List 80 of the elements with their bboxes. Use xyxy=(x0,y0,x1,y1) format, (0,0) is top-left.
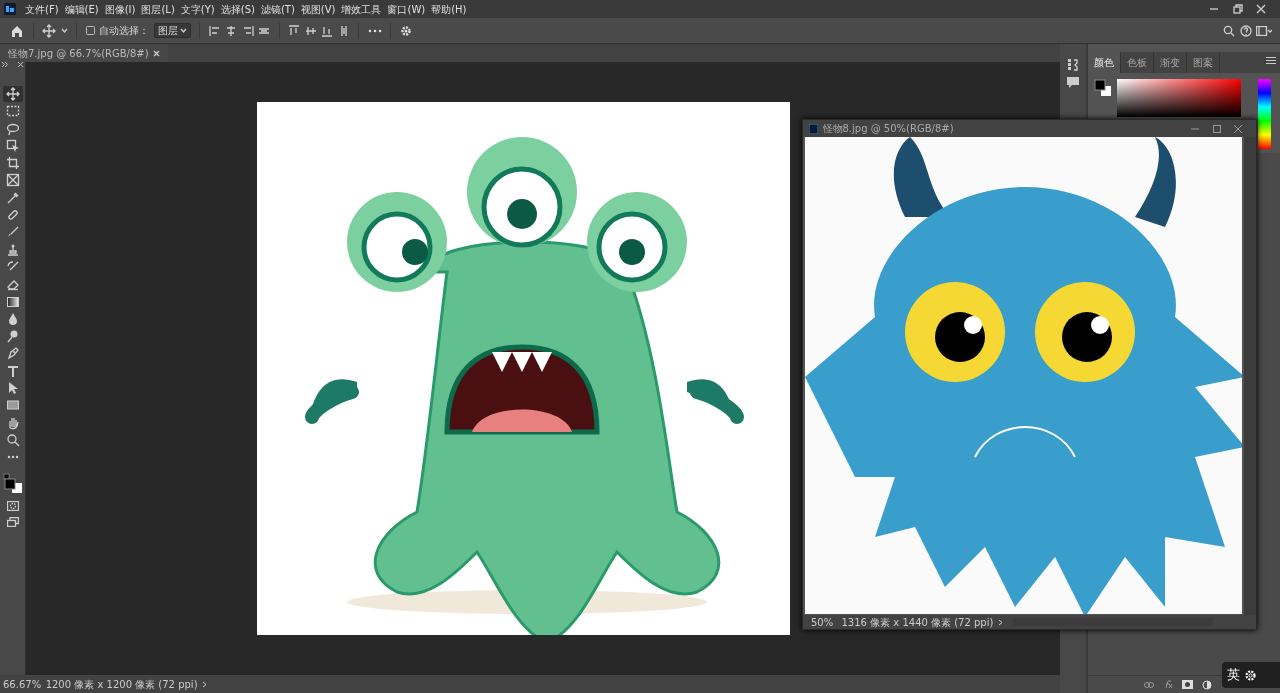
menu-icon[interactable] xyxy=(1266,57,1276,64)
zoom-icon xyxy=(5,432,20,447)
collapse-icon[interactable] xyxy=(2,62,9,67)
menu-item[interactable]: 滤镜(T) xyxy=(257,1,298,17)
rectangle-icon xyxy=(5,398,20,413)
app-logo-icon[interactable] xyxy=(809,123,818,134)
menu-item[interactable]: 帮助(H) xyxy=(428,1,470,17)
align-icon[interactable] xyxy=(321,24,334,37)
chevron-icon[interactable] xyxy=(997,618,1003,626)
mask-icon[interactable] xyxy=(1182,680,1193,689)
move-tool[interactable] xyxy=(2,86,23,102)
lasso-icon xyxy=(5,121,20,136)
hue-spectrum xyxy=(1258,79,1271,149)
home-icon[interactable] xyxy=(10,23,24,38)
zoom-level[interactable]: 66.67% xyxy=(3,676,42,692)
menu-item[interactable]: 视图(V) xyxy=(297,1,339,17)
maximize-icon[interactable] xyxy=(1212,124,1221,133)
color-swatches-icon[interactable] xyxy=(2,472,23,495)
pen-icon xyxy=(5,346,20,361)
align-icon[interactable] xyxy=(288,24,301,37)
document-tab[interactable]: 怪物7.jpg @ 66.7%(RGB/8#) xyxy=(0,44,169,62)
align-icon[interactable] xyxy=(208,24,221,37)
eyedropper-icon xyxy=(5,190,20,205)
dodge-icon xyxy=(5,329,20,344)
caret-icon[interactable] xyxy=(60,27,68,34)
comment-icon[interactable] xyxy=(1067,76,1079,88)
menu-item[interactable]: 增效工具 xyxy=(338,1,385,17)
align-icon[interactable] xyxy=(304,24,317,37)
help-icon[interactable] xyxy=(1239,24,1252,37)
settings-icon[interactable] xyxy=(1244,668,1257,682)
menu-item[interactable]: 窗口(W) xyxy=(384,1,429,17)
checkbox-label: 自动选择： xyxy=(99,24,149,38)
target-dropdown[interactable]: 图层 xyxy=(153,23,191,38)
document-info: 1316 像素 x 1440 像素 (72 ppi) xyxy=(841,615,994,630)
close-icon[interactable] xyxy=(153,49,161,57)
stamp-icon xyxy=(5,242,20,257)
menu-item[interactable]: 文字(Y) xyxy=(177,1,218,17)
settings-icon[interactable] xyxy=(399,24,412,37)
menu-item[interactable]: 图像(I) xyxy=(101,1,139,17)
app-logo-icon[interactable] xyxy=(4,3,16,15)
close-icon[interactable] xyxy=(1234,124,1242,133)
chevron-icon[interactable] xyxy=(202,680,208,688)
menu-item[interactable]: 编辑(E) xyxy=(61,1,102,17)
color-field[interactable] xyxy=(1116,79,1241,117)
frame-icon xyxy=(5,173,20,188)
restore-icon[interactable] xyxy=(1232,4,1243,14)
gradient-icon xyxy=(5,294,20,309)
type-icon xyxy=(5,363,20,378)
menu-item[interactable]: 选择(S) xyxy=(217,1,258,17)
object-select-icon xyxy=(5,138,20,153)
marquee-icon xyxy=(5,104,20,119)
vertical-scrollbar[interactable] xyxy=(1244,137,1256,615)
adjustment-icon[interactable] xyxy=(1202,679,1212,690)
caret-icon xyxy=(179,27,187,34)
zoom-level[interactable]: 50% xyxy=(811,614,837,630)
window-title: 怪物8.jpg @ 50%(RGB/8#) xyxy=(822,122,954,136)
quick-mask-icon[interactable] xyxy=(6,500,19,511)
bandage-icon xyxy=(5,208,20,223)
menu-item[interactable]: 图层(L) xyxy=(138,1,178,17)
align-icon[interactable] xyxy=(241,24,254,37)
close-icon[interactable] xyxy=(1256,4,1266,14)
link-icon[interactable] xyxy=(1144,681,1154,688)
fx-icon[interactable] xyxy=(1163,680,1173,689)
color-swatches-icon[interactable] xyxy=(1094,79,1112,97)
move-icon xyxy=(5,87,20,101)
crop-icon xyxy=(5,156,20,171)
align-icon[interactable] xyxy=(225,24,238,37)
more-icon[interactable] xyxy=(367,28,382,33)
checkbox-icon[interactable] xyxy=(85,26,95,35)
screen-mode-icon[interactable] xyxy=(6,516,19,527)
workspace-icon[interactable] xyxy=(1256,25,1272,36)
search-icon[interactable] xyxy=(1223,24,1235,37)
brush-icon xyxy=(5,225,20,240)
history-icon[interactable] xyxy=(1067,58,1079,72)
ime-mode[interactable]: 英 xyxy=(1226,665,1240,685)
move-icon[interactable] xyxy=(42,23,56,38)
panel-tab[interactable]: 颜色 xyxy=(1088,52,1121,73)
menu-item[interactable]: 文件(F) xyxy=(22,1,62,17)
close-icon[interactable] xyxy=(17,62,23,67)
document-info: 1200 像素 x 1200 像素 (72 ppi) xyxy=(45,677,198,692)
